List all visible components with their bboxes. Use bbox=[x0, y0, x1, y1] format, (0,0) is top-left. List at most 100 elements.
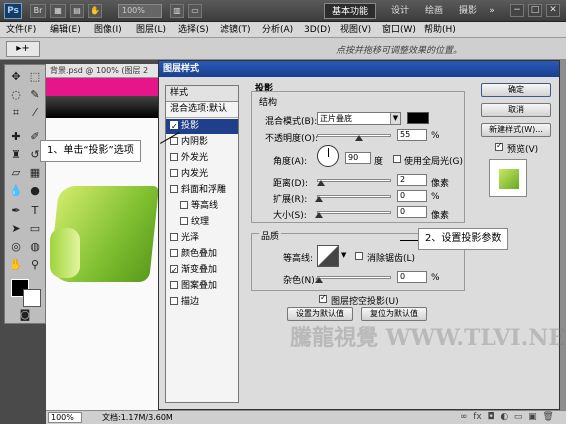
knockout-checkbox[interactable] bbox=[319, 293, 327, 303]
contour-checkbox[interactable] bbox=[180, 201, 188, 209]
adjustment-icon[interactable]: ◐ bbox=[500, 412, 508, 422]
clone-stamp-icon[interactable]: ♜ bbox=[8, 147, 24, 163]
distance-field[interactable]: 2 bbox=[397, 174, 427, 186]
3d-orbit-icon[interactable]: ◍ bbox=[27, 239, 43, 255]
path-select-icon[interactable]: ➤ bbox=[8, 221, 24, 237]
workspace-essentials[interactable]: 基本功能 bbox=[324, 3, 376, 19]
menu-select[interactable]: 选择(S) bbox=[178, 24, 209, 36]
noise-slider[interactable] bbox=[317, 276, 391, 279]
blur-tool-icon[interactable]: 💧 bbox=[8, 183, 24, 199]
type-tool-icon[interactable]: T bbox=[27, 203, 43, 219]
texture-checkbox[interactable] bbox=[180, 217, 188, 225]
minimize-button[interactable]: − bbox=[510, 4, 524, 17]
menu-3d[interactable]: 3D(D) bbox=[304, 24, 331, 36]
pattern-overlay-checkbox[interactable] bbox=[170, 281, 178, 289]
maximize-button[interactable]: □ bbox=[528, 4, 542, 17]
contour-picker[interactable] bbox=[317, 245, 339, 267]
healing-brush-icon[interactable]: ✚ bbox=[8, 129, 24, 145]
move-tool-icon[interactable]: ✥ bbox=[8, 69, 24, 85]
contour-dropdown-icon[interactable]: ▼ bbox=[341, 251, 346, 259]
lasso-tool-icon[interactable]: ◌ bbox=[8, 87, 24, 103]
preview-checkbox[interactable] bbox=[495, 141, 503, 151]
inner-glow-checkbox[interactable] bbox=[170, 169, 178, 177]
style-item-bevel-emboss[interactable]: 斜面和浮雕 bbox=[166, 183, 238, 198]
style-item-inner-shadow[interactable]: 内阴影 bbox=[166, 135, 238, 150]
menu-filter[interactable]: 滤镜(T) bbox=[220, 24, 251, 36]
style-item-gradient-overlay[interactable]: 渐变叠加 bbox=[166, 263, 238, 278]
blend-mode-select[interactable]: 正片叠底 ▼ bbox=[317, 112, 401, 125]
document-tab[interactable]: 背景.psd @ 100% (图层 2 bbox=[46, 64, 158, 78]
quick-mask-icon[interactable]: ◙ bbox=[17, 307, 33, 323]
folder-icon[interactable]: ▭ bbox=[514, 412, 523, 422]
gradient-tool-icon[interactable]: ▦ bbox=[27, 165, 43, 181]
quick-select-icon[interactable]: ✎ bbox=[27, 87, 43, 103]
hand-icon[interactable]: ✋ bbox=[88, 4, 102, 18]
color-overlay-checkbox[interactable] bbox=[170, 249, 178, 257]
gradient-overlay-checkbox[interactable] bbox=[170, 263, 178, 278]
style-item-pattern-overlay[interactable]: 图案叠加 bbox=[166, 279, 238, 294]
angle-field[interactable]: 90 bbox=[345, 152, 371, 164]
style-item-texture[interactable]: 纹理 bbox=[166, 215, 238, 230]
crop-tool-icon[interactable]: ⌗ bbox=[8, 105, 24, 121]
pen-tool-icon[interactable]: ✒ bbox=[8, 203, 24, 219]
size-slider[interactable] bbox=[317, 211, 391, 214]
link-layers-icon[interactable]: ∞ bbox=[460, 412, 468, 422]
make-default-button[interactable]: 设置为默认值 bbox=[287, 307, 353, 321]
menu-analysis[interactable]: 分析(A) bbox=[262, 24, 293, 36]
satin-checkbox[interactable] bbox=[170, 233, 178, 241]
styles-header[interactable]: 样式 bbox=[166, 86, 238, 102]
status-zoom-field[interactable]: 100% bbox=[48, 412, 82, 423]
screen-mode-icon[interactable]: ▭ bbox=[188, 4, 202, 18]
3d-rotate-icon[interactable]: ◎ bbox=[8, 239, 24, 255]
outer-glow-checkbox[interactable] bbox=[170, 153, 178, 161]
spread-slider[interactable] bbox=[317, 195, 391, 198]
bridge-icon[interactable]: Br bbox=[30, 4, 46, 18]
ok-button[interactable]: 确定 bbox=[481, 83, 551, 97]
arrange-documents-icon[interactable]: ▥ bbox=[170, 4, 184, 18]
noise-field[interactable]: 0 bbox=[397, 271, 427, 283]
shadow-color-swatch[interactable] bbox=[407, 112, 429, 124]
distance-slider-thumb[interactable] bbox=[317, 180, 325, 186]
style-item-satin[interactable]: 光泽 bbox=[166, 231, 238, 246]
spread-slider-thumb[interactable] bbox=[315, 196, 323, 202]
stroke-checkbox[interactable] bbox=[170, 297, 178, 305]
document-canvas[interactable] bbox=[46, 78, 160, 410]
style-item-stroke[interactable]: 描边 bbox=[166, 295, 238, 310]
inner-shadow-checkbox[interactable] bbox=[170, 137, 178, 145]
opacity-field[interactable]: 55 bbox=[397, 129, 427, 141]
shape-tool-icon[interactable]: ▭ bbox=[27, 221, 43, 237]
cancel-button[interactable]: 取消 bbox=[481, 103, 551, 117]
more-workspaces-icon[interactable]: » bbox=[486, 3, 498, 19]
background-color-swatch[interactable] bbox=[23, 289, 41, 307]
zoom-level-dropdown[interactable]: 100% bbox=[118, 4, 162, 18]
menu-image[interactable]: 图像(I) bbox=[94, 24, 122, 36]
angle-dial[interactable] bbox=[317, 145, 339, 167]
move-tool-preset[interactable]: ▸+ bbox=[6, 41, 40, 57]
opacity-slider-thumb[interactable] bbox=[355, 135, 363, 141]
new-layer-icon[interactable]: ▣ bbox=[528, 412, 537, 422]
dodge-tool-icon[interactable]: ● bbox=[27, 183, 43, 199]
spread-field[interactable]: 0 bbox=[397, 190, 427, 202]
workspace-design[interactable]: 设计 bbox=[384, 3, 416, 19]
size-slider-thumb[interactable] bbox=[315, 212, 323, 218]
eyedropper-icon[interactable]: ⁄ bbox=[27, 105, 43, 121]
bevel-emboss-checkbox[interactable] bbox=[170, 185, 178, 193]
blending-options-item[interactable]: 混合选项:默认 bbox=[166, 102, 238, 118]
menu-help[interactable]: 帮助(H) bbox=[424, 24, 456, 36]
style-item-inner-glow[interactable]: 内发光 bbox=[166, 167, 238, 182]
noise-slider-thumb[interactable] bbox=[315, 277, 323, 283]
new-style-button[interactable]: 新建样式(W)... bbox=[481, 123, 551, 137]
global-light-checkbox[interactable] bbox=[393, 155, 401, 163]
view-extras-icon[interactable]: ▤ bbox=[70, 4, 84, 18]
menu-window[interactable]: 窗口(W) bbox=[382, 24, 416, 36]
style-item-color-overlay[interactable]: 颜色叠加 bbox=[166, 247, 238, 262]
size-field[interactable]: 0 bbox=[397, 206, 427, 218]
fx-icon[interactable]: fx bbox=[473, 412, 482, 422]
workspace-painting[interactable]: 绘画 bbox=[418, 3, 450, 19]
opacity-slider[interactable] bbox=[317, 134, 391, 137]
antialias-checkbox[interactable] bbox=[355, 252, 363, 260]
distance-slider[interactable] bbox=[317, 179, 391, 182]
menu-file[interactable]: 文件(F) bbox=[6, 24, 36, 36]
menu-edit[interactable]: 编辑(E) bbox=[50, 24, 81, 36]
close-button[interactable]: ✕ bbox=[546, 4, 560, 17]
